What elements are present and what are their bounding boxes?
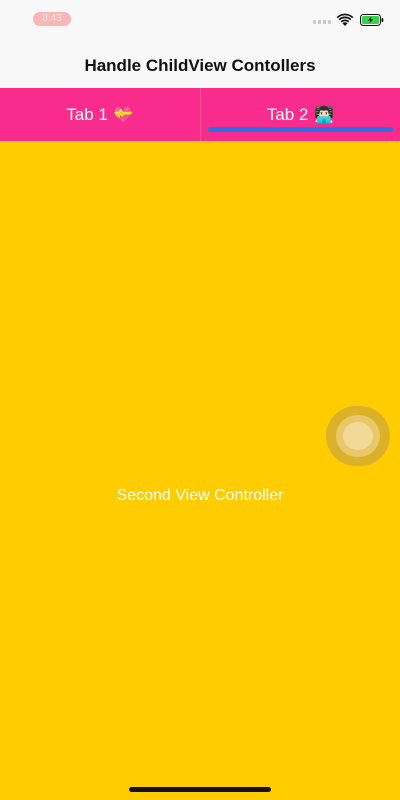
page-title: Handle ChildView Contollers (84, 56, 316, 75)
content-label: Second View Controller (116, 487, 284, 504)
technologist-icon: 👨🏻‍💻 (314, 106, 335, 124)
tab-bar: Tab 1 💝 Tab 2 👨🏻‍💻 (0, 88, 400, 141)
app-screen: 8:43 Handle ChildView Contollers Tab 1 💝… (0, 0, 400, 800)
wifi-icon (336, 13, 354, 26)
home-indicator[interactable] (129, 787, 271, 792)
status-bar: 8:43 (0, 0, 400, 40)
assistive-touch-core (343, 422, 373, 450)
tab-2-label: Tab 2 (266, 104, 309, 124)
gift-heart-icon: 💝 (113, 106, 134, 124)
battery-charging-icon (360, 14, 384, 26)
status-time: 8:43 (33, 12, 71, 26)
tab-1[interactable]: Tab 1 💝 (0, 88, 200, 141)
tab-2[interactable]: Tab 2 👨🏻‍💻 (200, 88, 400, 141)
tab-1-label: Tab 1 (66, 104, 108, 124)
signal-icon (313, 19, 333, 25)
selected-tab-indicator (208, 127, 393, 132)
navigation-bar: Handle ChildView Contollers (0, 40, 400, 88)
second-view-controller: Second View Controller (0, 141, 400, 800)
assistive-touch-button[interactable] (326, 406, 390, 466)
